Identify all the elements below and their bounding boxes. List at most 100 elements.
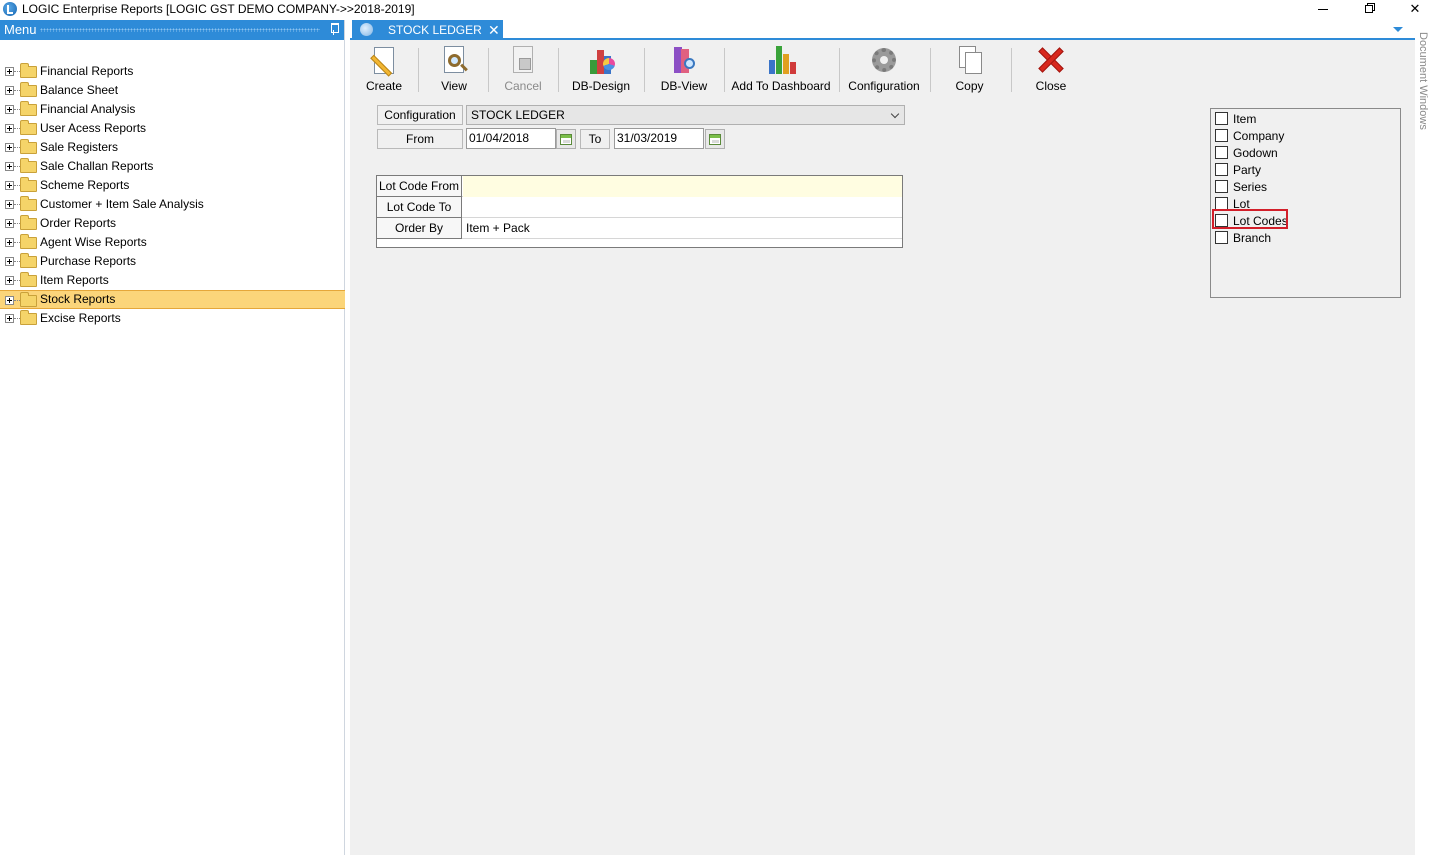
menu-item-agent-wise-reports[interactable]: Agent Wise Reports <box>0 233 345 252</box>
expand-icon[interactable] <box>5 143 14 152</box>
configuration-select-value: STOCK LEDGER <box>471 108 565 122</box>
toolbar-separator <box>488 48 489 92</box>
document-windows-strip[interactable]: Document Windows <box>1415 20 1437 855</box>
view-label: View <box>441 79 467 93</box>
grid-row-lot-code-to: Lot Code To <box>377 197 902 218</box>
menu-tree: Financial Reports Balance Sheet Financia… <box>0 62 345 328</box>
view-icon <box>438 44 470 76</box>
to-label: To <box>580 129 610 149</box>
expand-icon[interactable] <box>5 124 14 133</box>
from-label: From <box>377 129 463 149</box>
grid-caption: Order By <box>377 218 462 239</box>
view-button[interactable]: View <box>428 44 480 96</box>
expand-icon[interactable] <box>5 86 14 95</box>
expand-icon[interactable] <box>5 238 14 247</box>
create-label: Create <box>365 79 403 93</box>
tab-list-chevron-icon[interactable] <box>1393 27 1403 32</box>
menu-item-sale-registers[interactable]: Sale Registers <box>0 138 345 157</box>
menu-item-sale-challan-reports[interactable]: Sale Challan Reports <box>0 157 345 176</box>
menu-item-purchase-reports[interactable]: Purchase Reports <box>0 252 345 271</box>
lot-code-from-input[interactable] <box>463 176 902 197</box>
menu-item-balance-sheet[interactable]: Balance Sheet <box>0 81 345 100</box>
create-button[interactable]: Create <box>358 44 410 96</box>
menu-item-label: Order Reports <box>40 216 117 230</box>
tab-label: STOCK LEDGER <box>388 23 482 37</box>
configuration-button[interactable]: Configuration <box>844 44 924 96</box>
menu-item-customer-item-sale-analysis[interactable]: Customer + Item Sale Analysis <box>0 195 345 214</box>
folder-icon <box>20 158 37 173</box>
grid-row-order-by: Order By Item + Pack <box>377 218 902 239</box>
minimize-button[interactable] <box>1300 0 1346 20</box>
menu-item-excise-reports[interactable]: Excise Reports <box>0 309 345 328</box>
expand-icon[interactable] <box>5 105 14 114</box>
app-logo-icon <box>3 2 17 16</box>
parameter-grid: Lot Code From Lot Code To Order By Item … <box>376 175 903 248</box>
expand-icon[interactable] <box>5 200 14 209</box>
expand-icon[interactable] <box>5 276 14 285</box>
menu-item-label: Customer + Item Sale Analysis <box>40 197 204 211</box>
from-date-input[interactable]: 01/04/2018 <box>466 128 556 149</box>
expand-icon[interactable] <box>5 257 14 266</box>
checkbox[interactable] <box>1215 146 1228 159</box>
checkbox[interactable] <box>1215 163 1228 176</box>
close-button[interactable]: Close <box>1025 44 1077 96</box>
lot-code-to-input[interactable] <box>463 197 902 218</box>
db-design-label: DB-Design <box>571 79 631 93</box>
expand-icon[interactable] <box>5 181 14 190</box>
menu-item-label: Purchase Reports <box>40 254 137 268</box>
copy-button[interactable]: Copy <box>942 44 997 96</box>
gear-icon <box>868 44 900 76</box>
from-calendar-button[interactable] <box>556 129 576 149</box>
expand-icon[interactable] <box>5 314 14 323</box>
to-date-input[interactable]: 31/03/2019 <box>614 128 704 149</box>
to-calendar-button[interactable] <box>705 129 725 149</box>
db-design-button[interactable]: DB-Design <box>566 44 636 96</box>
option-label: Item <box>1233 112 1257 126</box>
menu-item-item-reports[interactable]: Item Reports <box>0 271 345 290</box>
menu-item-scheme-reports[interactable]: Scheme Reports <box>0 176 345 195</box>
expand-icon[interactable] <box>5 296 14 305</box>
toolbar: Create View Cancel DB-Design DB-View Add… <box>350 42 1415 96</box>
chevron-down-icon[interactable] <box>890 109 900 119</box>
restore-icon-back <box>1365 5 1373 13</box>
folder-icon <box>20 215 37 230</box>
expand-icon[interactable] <box>5 67 14 76</box>
restore-button[interactable] <box>1346 0 1392 20</box>
menu-item-user-access-reports[interactable]: User Acess Reports <box>0 119 345 138</box>
window-title: LOGIC Enterprise Reports [LOGIC GST DEMO… <box>22 2 415 16</box>
order-by-input[interactable]: Item + Pack <box>463 218 902 239</box>
pin-icon[interactable] <box>330 23 339 35</box>
folder-icon <box>20 177 37 192</box>
add-to-dashboard-button[interactable]: Add To Dashboard <box>730 44 832 96</box>
menu-item-label: Balance Sheet <box>40 83 119 97</box>
title-bar: LOGIC Enterprise Reports [LOGIC GST DEMO… <box>0 0 1437 20</box>
menu-item-label: Item Reports <box>40 273 109 287</box>
cancel-button[interactable]: Cancel <box>497 44 549 96</box>
menu-title: Menu <box>4 22 37 37</box>
option-label: Godown <box>1233 146 1278 160</box>
checkbox[interactable] <box>1215 231 1228 244</box>
toolbar-separator <box>558 48 559 92</box>
expand-icon[interactable] <box>5 219 14 228</box>
add-to-dashboard-label: Add To Dashboard <box>731 79 831 93</box>
checkbox[interactable] <box>1215 129 1228 142</box>
expand-icon[interactable] <box>5 162 14 171</box>
checkbox[interactable] <box>1215 112 1228 125</box>
close-window-button[interactable]: ✕ <box>1392 0 1437 20</box>
tab-close-icon[interactable]: ✕ <box>488 20 500 40</box>
menu-item-label: Stock Reports <box>40 292 116 306</box>
menu-item-stock-reports[interactable]: Stock Reports <box>0 290 345 309</box>
grid-row-lot-code-from: Lot Code From <box>377 176 902 197</box>
checkbox[interactable] <box>1215 180 1228 193</box>
configuration-select[interactable]: STOCK LEDGER <box>466 105 905 125</box>
option-label: Company <box>1233 129 1285 143</box>
menu-item-financial-reports[interactable]: Financial Reports <box>0 62 345 81</box>
menu-item-label: Sale Challan Reports <box>40 159 154 173</box>
menu-item-financial-analysis[interactable]: Financial Analysis <box>0 100 345 119</box>
copy-icon <box>954 44 986 76</box>
menu-item-label: Sale Registers <box>40 140 119 154</box>
tab-stock-ledger[interactable]: STOCK LEDGER ✕ <box>352 20 503 40</box>
menu-item-order-reports[interactable]: Order Reports <box>0 214 345 233</box>
db-view-button[interactable]: DB-View <box>653 44 715 96</box>
minimize-icon <box>1318 9 1328 11</box>
